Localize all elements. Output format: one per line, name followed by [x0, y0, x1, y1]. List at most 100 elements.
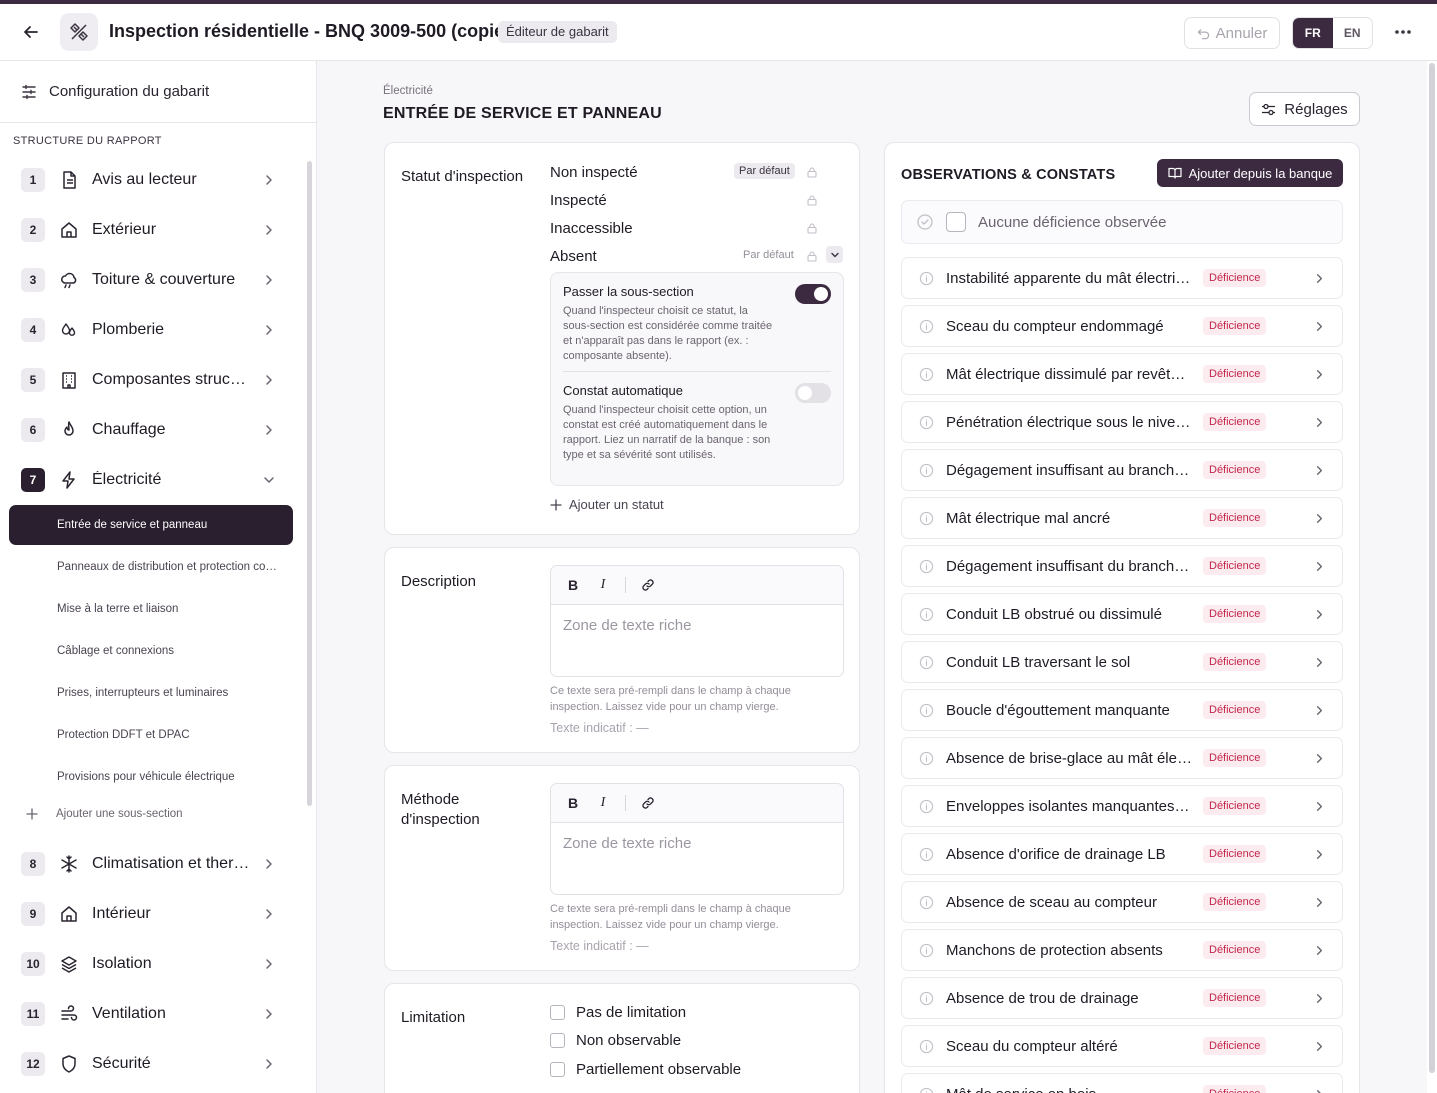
bold-icon[interactable]: B — [565, 577, 581, 593]
undo-button[interactable]: Annuler — [1184, 17, 1280, 49]
method-editor[interactable]: B I Zone de texte riche — [550, 783, 844, 895]
sidebar-subsection-item[interactable]: Prises, interrupteurs et luminaires — [9, 673, 293, 713]
settings-button[interactable]: Réglages — [1249, 92, 1360, 126]
chevron-right-icon — [266, 175, 272, 185]
skip-subsection-toggle[interactable] — [795, 284, 831, 304]
description-editor[interactable]: B I Zone de texte riche — [550, 565, 844, 677]
default-tag: Par défaut — [734, 163, 795, 179]
limitation-option[interactable]: Partiellement observable — [550, 1061, 741, 1078]
status-option[interactable]: Inaccessible — [550, 217, 820, 239]
template-config-button[interactable]: Configuration du gabarit — [0, 61, 316, 123]
more-options-button[interactable] — [1390, 19, 1416, 45]
section-label: Composantes struct… — [92, 371, 250, 388]
collapse-status-button[interactable] — [826, 246, 843, 263]
link-icon[interactable] — [640, 795, 656, 811]
more-horizontal-icon — [1395, 30, 1411, 34]
observation-row[interactable]: Absence de brise-glace au mât éle… Défici… — [901, 737, 1343, 779]
sidebar-section-item[interactable]: 1 Avis au lecteur — [21, 162, 291, 198]
link-icon[interactable] — [640, 577, 656, 593]
observation-row[interactable]: Absence de sceau au compteur Déficience — [901, 881, 1343, 923]
sidebar-subsection-item[interactable]: Protection DDFT et DPAC — [9, 715, 293, 755]
sidebar-section-item[interactable]: 10 Isolation — [21, 946, 291, 982]
observation-row[interactable]: Conduit LB traversant le sol Déficience — [901, 641, 1343, 683]
arrow-left-icon — [24, 26, 38, 38]
sidebar-subsection-item[interactable]: Mise à la terre et liaison — [9, 589, 293, 629]
wind-icon — [58, 1003, 80, 1025]
info-icon — [919, 559, 934, 574]
status-option[interactable]: Inspecté — [550, 189, 820, 211]
main-scrollbar[interactable] — [1427, 61, 1437, 1093]
observation-row[interactable]: Mât de service en bois Déficience — [901, 1073, 1343, 1093]
set-default-tag[interactable]: Par défaut — [738, 247, 799, 263]
observation-row[interactable]: Sceau du compteur altéré Déficience — [901, 1025, 1343, 1067]
chevron-right-icon — [1316, 466, 1323, 475]
sidebar-section-item[interactable]: 9 Intérieur — [21, 896, 291, 932]
status-option[interactable]: Non inspecté Par défaut — [550, 161, 820, 183]
sidebar-section-item[interactable]: 8 Climatisation et ther… — [21, 846, 291, 882]
lang-en-button[interactable]: EN — [1333, 18, 1373, 48]
status-option-label: Absent — [550, 247, 597, 265]
status-option-label: Inaccessible — [550, 219, 633, 237]
observation-row[interactable]: Boucle d'égouttement manquante Déficience — [901, 689, 1343, 731]
limitation-option[interactable]: Non observable — [550, 1032, 681, 1049]
sidebar-scrollbar[interactable] — [307, 161, 312, 806]
sidebar-section-item[interactable]: 3 Toiture & couverture — [21, 262, 291, 298]
sidebar-section-item[interactable]: 7 Électricité — [21, 462, 291, 498]
add-subsection-button[interactable]: Ajouter une sous-section — [26, 808, 183, 820]
observation-row[interactable]: Dégagement insuffisant du branch… Déficie… — [901, 545, 1343, 587]
limitation-option[interactable]: Pas de limitation — [550, 1004, 686, 1021]
back-button[interactable] — [18, 19, 44, 45]
add-from-bank-button[interactable]: Ajouter depuis la banque — [1157, 159, 1343, 187]
observation-row[interactable]: Mât électrique dissimulé par revête… Défi… — [901, 353, 1343, 395]
observation-row[interactable]: Mât électrique mal ancré Déficience — [901, 497, 1343, 539]
sidebar-subsection-item[interactable]: Câblage et connexions — [9, 631, 293, 671]
sidebar-section-item[interactable]: 11 Ventilation — [21, 996, 291, 1032]
status-option-label: Inspecté — [550, 191, 607, 209]
observation-row[interactable]: Pénétration électrique sous le nivea… Déf… — [901, 401, 1343, 443]
section-number: 3 — [21, 268, 45, 292]
italic-icon[interactable]: I — [595, 795, 611, 811]
observation-row[interactable]: Dégagement insuffisant au branche… Défici… — [901, 449, 1343, 491]
sidebar-section-item[interactable]: 2 Extérieur — [21, 212, 291, 248]
chevron-right-icon — [1316, 322, 1323, 331]
skip-subsection-title: Passer la sous-section — [563, 284, 694, 299]
add-status-button[interactable]: Ajouter un statut — [550, 497, 664, 512]
editor-toolbar: B I — [551, 566, 843, 605]
auto-finding-toggle[interactable] — [795, 383, 831, 403]
observation-row[interactable]: Sceau du compteur endommagé Déficience — [901, 305, 1343, 347]
no-deficiency-row[interactable]: Aucune déficience observée — [901, 200, 1343, 244]
observation-row[interactable]: Absence de trou de drainage Déficience — [901, 977, 1343, 1019]
sidebar-subsection-item[interactable]: Provisions pour véhicule électrique — [9, 757, 293, 797]
sidebar-section-item[interactable]: 12 Sécurité — [21, 1046, 291, 1082]
sidebar-section-item[interactable]: 6 Chauffage — [21, 412, 291, 448]
config-label: Configuration du gabarit — [49, 83, 210, 100]
observation-row[interactable]: Absence d'orifice de drainage LB Déficien… — [901, 833, 1343, 875]
sidebar-subsection-item[interactable]: Panneaux de distribution et protection c… — [9, 547, 293, 587]
section-number: 2 — [21, 218, 45, 242]
description-hint: Ce texte sera pré-rempli dans le champ à… — [550, 685, 791, 713]
chevron-right-icon — [1316, 898, 1323, 907]
sidebar-subsection-item[interactable]: Entrée de service et panneau — [9, 505, 293, 545]
chevron-right-icon — [1316, 610, 1323, 619]
description-indicative: Texte indicatif : — — [550, 721, 649, 735]
bold-icon[interactable]: B — [565, 795, 581, 811]
observation-row[interactable]: Conduit LB obstrué ou dissimulé Déficienc… — [901, 593, 1343, 635]
checkbox[interactable] — [550, 1062, 565, 1077]
observation-row[interactable]: Instabilité apparente du mât électri… Déf… — [901, 257, 1343, 299]
info-icon — [919, 319, 934, 334]
no-deficiency-checkbox[interactable] — [946, 212, 966, 232]
lock-icon — [807, 167, 817, 178]
observation-row[interactable]: Manchons de protection absents Déficience — [901, 929, 1343, 971]
status-option[interactable]: Absent Par défaut — [550, 245, 820, 267]
sidebar-section-item[interactable]: 5 Composantes struct… — [21, 362, 291, 398]
chevron-right-icon — [1316, 706, 1323, 715]
observations-title: OBSERVATIONS & CONSTATS — [901, 167, 1116, 183]
checkbox[interactable] — [550, 1033, 565, 1048]
lang-fr-button[interactable]: FR — [1293, 18, 1333, 48]
checkbox[interactable] — [550, 1005, 565, 1020]
deficiency-badge: Déficience — [1203, 461, 1267, 479]
italic-icon[interactable]: I — [595, 577, 611, 593]
observation-label: Sceau du compteur endommagé — [946, 318, 1164, 335]
observation-row[interactable]: Enveloppes isolantes manquantes … Déficie… — [901, 785, 1343, 827]
sidebar-section-item[interactable]: 4 Plomberie — [21, 312, 291, 348]
